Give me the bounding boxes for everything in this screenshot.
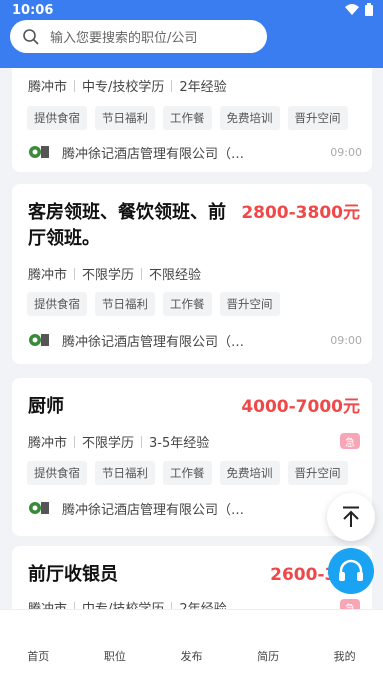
customer-service-button[interactable]: [328, 548, 374, 594]
job-education: 不限学历: [82, 268, 135, 283]
job-tag: 节日福利: [95, 292, 155, 316]
job-education: 中专/技校学历: [82, 598, 164, 609]
job-location: 腾冲市: [28, 436, 68, 451]
job-tag: 工作餐: [163, 461, 212, 485]
job-experience: 2年经验: [179, 598, 226, 609]
job-experience: 2年经验: [179, 80, 227, 95]
company-row[interactable]: 腾冲徐记酒店管理有限公司（… 09:00: [28, 330, 362, 350]
job-meta: 腾冲市 不限学历 不限经验: [28, 264, 201, 283]
nav-jobs[interactable]: 职位: [85, 610, 145, 682]
company-row[interactable]: 腾冲徐记酒店管理有限公司（…: [28, 498, 362, 518]
urgent-badge: 急: [340, 433, 360, 449]
job-tag: 提供食宿: [27, 461, 87, 485]
job-card[interactable]: 前厅收银员 2600-320 腾冲市 中专/技校学历 2年经验 急: [12, 546, 372, 609]
job-tag: 晋升空间: [287, 106, 348, 130]
job-experience: 不限经验: [149, 268, 202, 283]
job-experience: 3-5年经验: [149, 436, 210, 451]
job-title: 客房领班、餐饮领班、前厅领班。: [28, 202, 226, 249]
company-name: 腾冲徐记酒店管理有限公司（…: [62, 502, 245, 518]
job-tag: 工作餐: [163, 106, 212, 130]
battery-icon: [365, 3, 373, 16]
nav-mine[interactable]: 我的: [315, 610, 375, 682]
job-title: 厨师: [28, 396, 64, 417]
company-logo-icon: [29, 146, 49, 158]
job-tag: 晋升空间: [287, 461, 348, 485]
job-location: 腾冲市: [28, 268, 68, 283]
job-education: 不限学历: [82, 436, 135, 451]
job-card[interactable]: 厨师 4000-7000元 腾冲市 不限学历 3-5年经验 急 提供食宿 节日福…: [12, 378, 372, 536]
bottom-nav: 首页 职位 发布 简历 我的: [0, 609, 383, 682]
wifi-icon: [345, 4, 359, 15]
job-tag: 免费培训: [219, 461, 280, 485]
job-tag: 提供食宿: [27, 106, 87, 130]
job-tags: 提供食宿 节日福利 工作餐 免费培训 晋升空间: [27, 461, 348, 485]
nav-resume[interactable]: 简历: [238, 610, 298, 682]
job-tag: 工作餐: [163, 292, 212, 316]
job-card[interactable]: 客房领班、餐饮领班、前厅领班。 2800-3800元 腾冲市 不限学历 不限经验…: [12, 184, 372, 364]
back-to-top-button[interactable]: [327, 493, 375, 541]
job-title: 前厅收银员: [28, 564, 118, 585]
company-row[interactable]: 腾冲徐记酒店管理有限公司（… 09:00: [28, 142, 362, 162]
job-tag: 晋升空间: [219, 292, 280, 316]
job-meta: 腾冲市 中专/技校学历 2年经验: [28, 76, 227, 95]
company-name: 腾冲徐记酒店管理有限公司（…: [62, 334, 245, 350]
job-tags: 提供食宿 节日福利 工作餐 免费培训 晋升空间: [27, 106, 348, 130]
status-time: 10:06: [12, 3, 54, 18]
job-meta: 腾冲市 不限学历 3-5年经验: [28, 432, 209, 451]
job-tag: 节日福利: [95, 461, 155, 485]
company-logo-icon: [29, 334, 49, 346]
post-time: 09:00: [330, 145, 362, 159]
job-location: 腾冲市: [28, 80, 68, 95]
company-logo-icon: [29, 502, 49, 514]
status-icons: [345, 3, 373, 16]
search-icon: [23, 28, 39, 45]
post-time: 09:00: [330, 333, 362, 347]
job-tag: 节日福利: [95, 106, 155, 130]
job-salary: 2800-3800元: [241, 203, 360, 223]
company-name: 腾冲徐记酒店管理有限公司（…: [62, 146, 245, 162]
search-placeholder: 输入您要搜索的职位/公司: [50, 31, 198, 46]
job-tag: 提供食宿: [27, 292, 87, 316]
urgent-badge: 急: [340, 599, 360, 609]
job-salary: 4000-7000元: [241, 397, 360, 417]
nav-publish[interactable]: 发布: [161, 610, 221, 682]
headset-icon: [339, 559, 363, 581]
job-education: 中专/技校学历: [82, 80, 165, 95]
job-tags: 提供食宿 节日福利 工作餐 晋升空间: [27, 292, 280, 316]
job-tag: 免费培训: [219, 106, 280, 130]
search-input[interactable]: 输入您要搜索的职位/公司: [10, 20, 267, 53]
job-list[interactable]: 腾冲市 中专/技校学历 2年经验 提供食宿 节日福利 工作餐 免费培训 晋升空间…: [0, 68, 383, 609]
job-location: 腾冲市: [28, 598, 67, 609]
job-meta: 腾冲市 中专/技校学历 2年经验: [28, 598, 227, 609]
nav-home[interactable]: 首页: [8, 610, 68, 682]
job-card[interactable]: 腾冲市 中专/技校学历 2年经验 提供食宿 节日福利 工作餐 免费培训 晋升空间…: [12, 68, 372, 172]
arrow-up-icon: [343, 506, 359, 527]
top-bar: 10:06 输入您要搜索的职位/公司: [0, 0, 383, 68]
